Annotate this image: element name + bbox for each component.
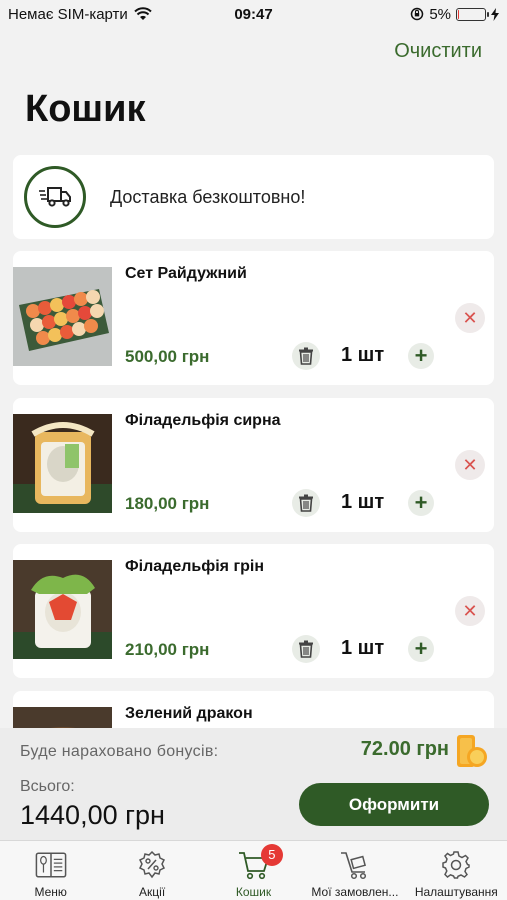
trash-icon[interactable] xyxy=(292,635,320,663)
tab-label: Кошик xyxy=(235,885,272,899)
battery-percent: 5% xyxy=(429,5,451,23)
orientation-lock-icon xyxy=(411,7,424,21)
remove-item-button[interactable]: ✕ xyxy=(455,450,485,480)
item-name: Філадельфія сирна xyxy=(125,412,281,429)
cart-item: Філадельфія грін 210,00 грн 1 шт + ✕ xyxy=(13,544,494,678)
tab-label: Мої замовлен... xyxy=(311,885,399,899)
delivery-text: Доставка безкоштовно! xyxy=(110,186,306,207)
product-image xyxy=(13,560,112,659)
page-title: Кошик xyxy=(25,88,146,130)
tab-cart[interactable]: 5 Кошик xyxy=(203,841,304,900)
increase-quantity-button[interactable]: + xyxy=(408,343,434,369)
gear-icon xyxy=(440,849,472,881)
menu-book-icon xyxy=(35,849,67,881)
checkout-button[interactable]: Оформити xyxy=(299,783,489,826)
truck-icon xyxy=(24,166,86,228)
order-summary: Буде нараховано бонусів: 72.00 грн Всьог… xyxy=(0,728,507,840)
wifi-icon xyxy=(134,7,152,20)
remove-item-button[interactable]: ✕ xyxy=(455,303,485,333)
cart-item: Філадельфія сирна 180,00 грн 1 шт + ✕ xyxy=(13,398,494,532)
item-quantity: 1 шт xyxy=(341,344,385,366)
item-quantity: 1 шт xyxy=(341,491,385,513)
coins-icon xyxy=(457,735,487,767)
clear-cart-button[interactable]: Очистити xyxy=(394,40,482,63)
tab-orders[interactable]: Мої замовлен... xyxy=(304,841,405,900)
status-left: Немає SIM-карти xyxy=(8,6,152,23)
tab-promotions[interactable]: Акції xyxy=(101,841,202,900)
status-bar: Немає SIM-карти 09:47 5% xyxy=(0,0,507,28)
item-quantity: 1 шт xyxy=(341,637,385,659)
trash-icon[interactable] xyxy=(292,489,320,517)
tab-bar: Меню Акції 5 Кошик Мої замовлен... Налаш… xyxy=(0,840,507,900)
item-name: Сет Райдужний xyxy=(125,265,247,282)
item-name: Зелений дракон xyxy=(125,705,253,722)
item-name: Філадельфія грін xyxy=(125,558,264,575)
trash-icon[interactable] xyxy=(292,342,320,370)
product-image xyxy=(13,414,112,513)
tab-label: Акції xyxy=(139,885,166,899)
remove-item-button[interactable]: ✕ xyxy=(455,596,485,626)
charging-icon xyxy=(491,7,499,21)
item-price: 180,00 грн xyxy=(125,494,210,513)
tab-label: Меню xyxy=(34,885,67,899)
bonus-value: 72.00 грн xyxy=(360,738,449,760)
delivery-info-card: Доставка безкоштовно! xyxy=(13,155,494,239)
item-price: 500,00 грн xyxy=(125,347,210,366)
status-right: 5% xyxy=(410,6,499,23)
discount-icon xyxy=(136,849,168,881)
product-image xyxy=(13,267,112,366)
tab-settings[interactable]: Налаштування xyxy=(406,841,507,900)
tab-menu[interactable]: Меню xyxy=(0,841,101,900)
item-price: 210,00 грн xyxy=(125,640,210,659)
orders-icon xyxy=(339,849,371,881)
battery-icon xyxy=(456,7,489,21)
total-label: Всього: xyxy=(20,778,75,795)
cart-count-badge: 5 xyxy=(260,844,283,866)
status-time: 09:47 xyxy=(234,5,273,23)
increase-quantity-button[interactable]: + xyxy=(408,636,434,662)
increase-quantity-button[interactable]: + xyxy=(408,490,434,516)
cart-item: Сет Райдужний 500,00 грн 1 шт + ✕ xyxy=(13,251,494,385)
bonus-label: Буде нараховано бонусів: xyxy=(20,743,219,760)
total-value: 1440,00 грн xyxy=(20,800,165,830)
carrier-label: Немає SIM-карти xyxy=(8,5,128,23)
tab-label: Налаштування xyxy=(414,885,498,899)
